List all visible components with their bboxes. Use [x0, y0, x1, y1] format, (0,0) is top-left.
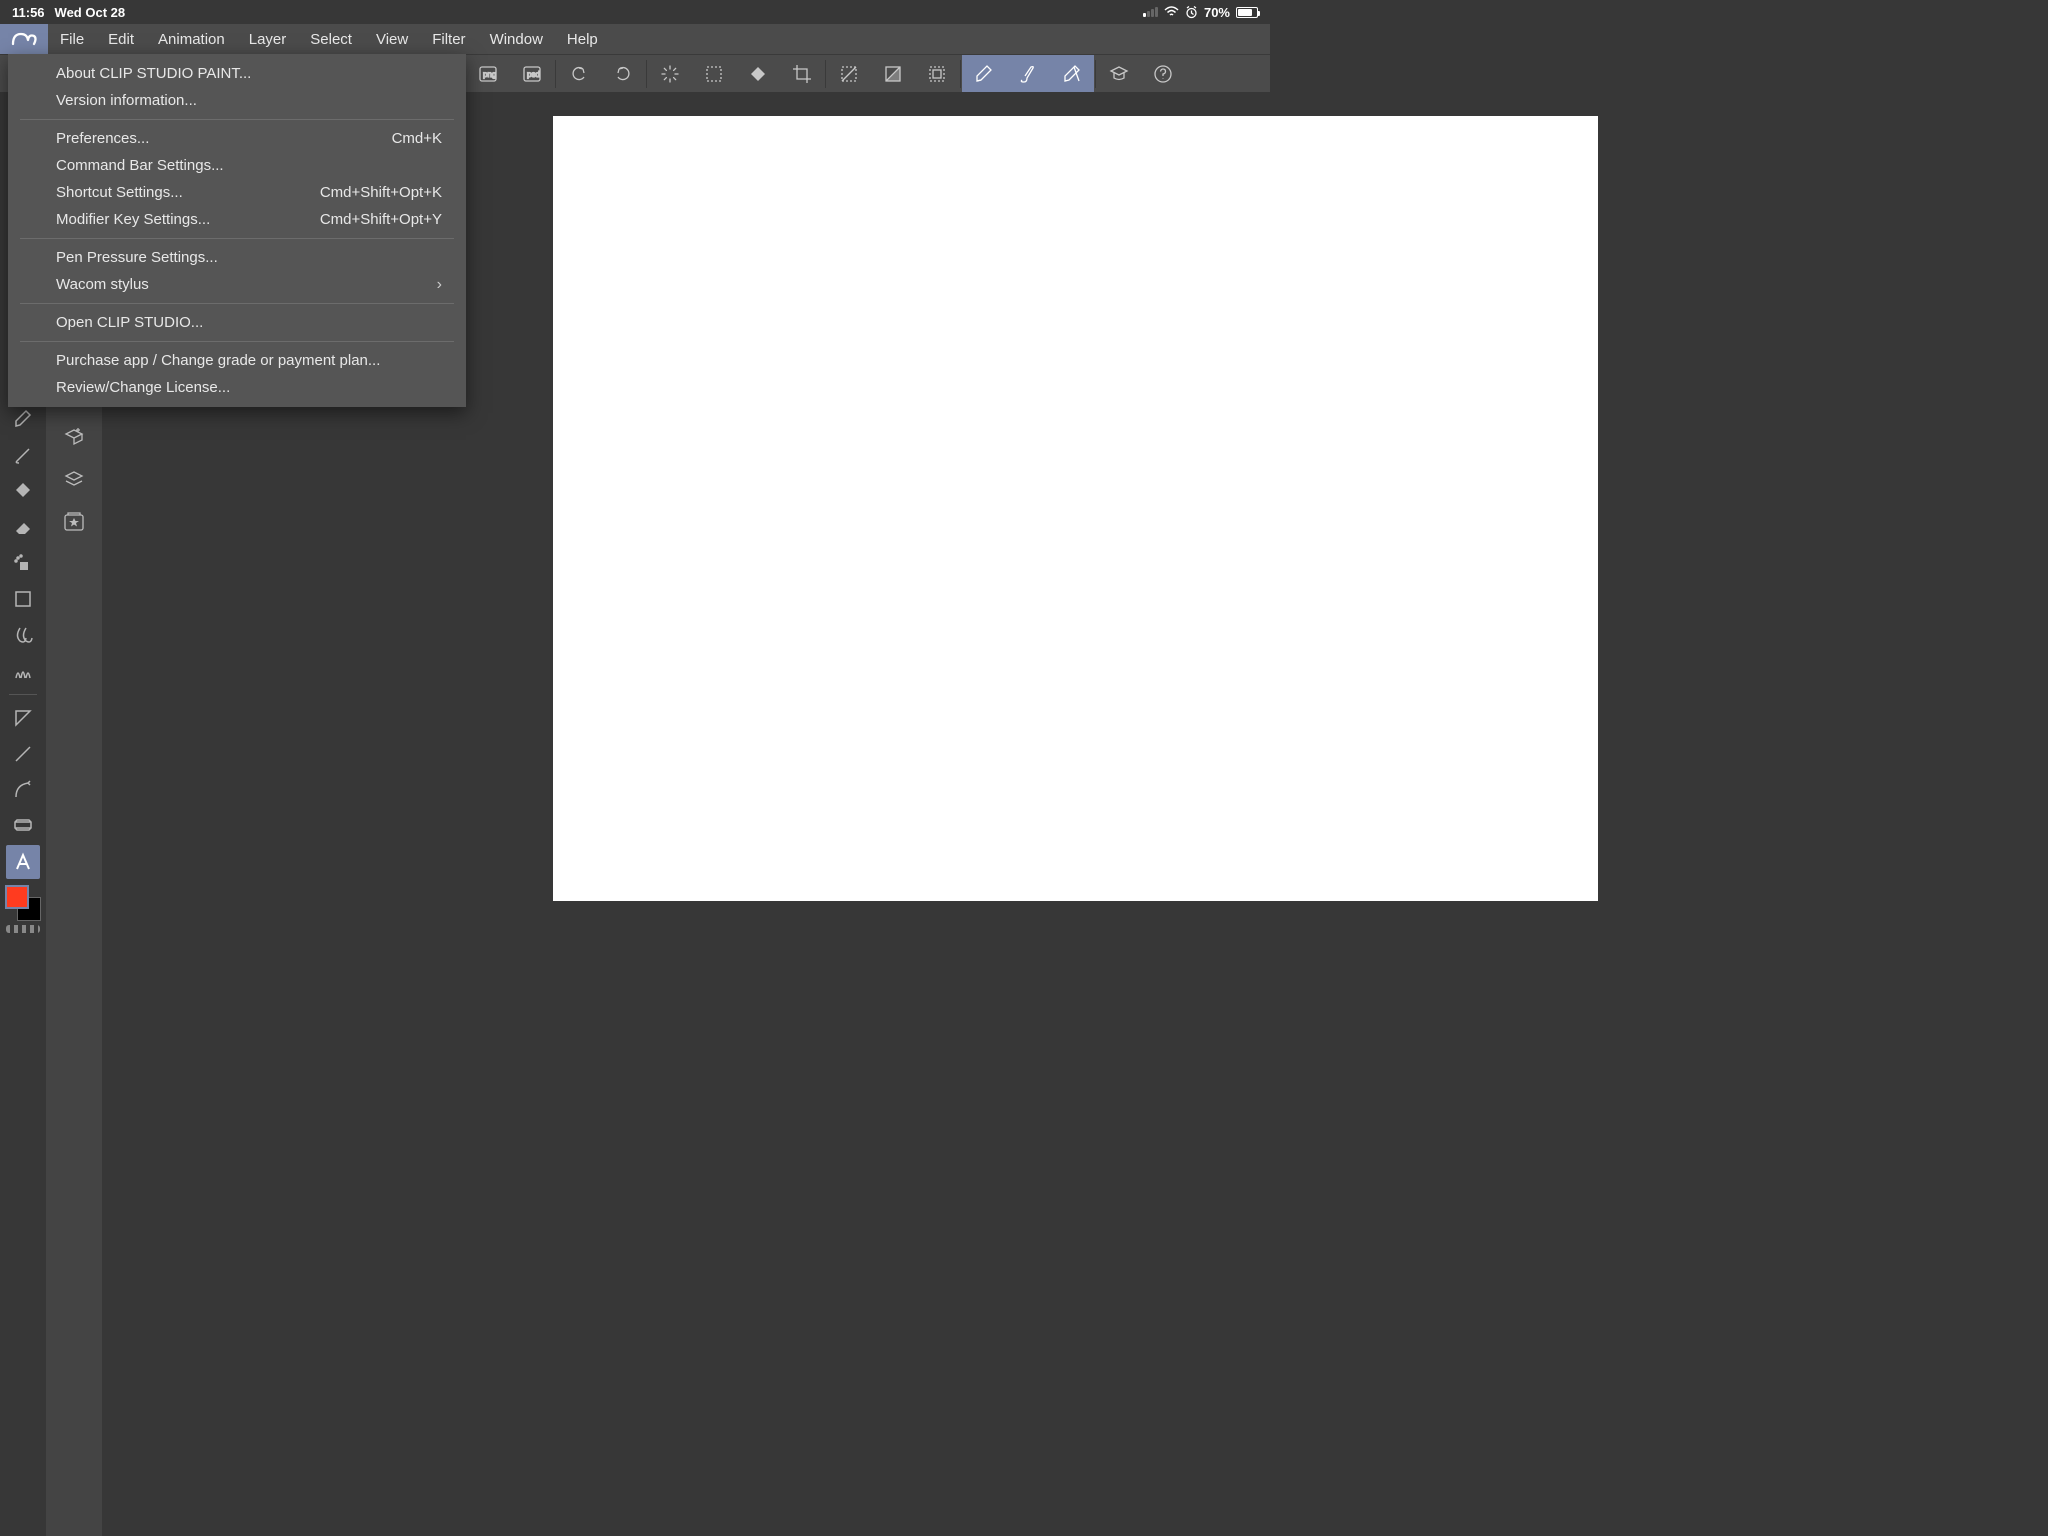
figure-tool[interactable] [6, 701, 40, 735]
shortcut-label: Cmd+Shift+Opt+K [320, 184, 442, 201]
export-png-button[interactable]: png [466, 55, 510, 93]
fill-tool[interactable] [6, 474, 40, 508]
decoration-tool[interactable] [6, 654, 40, 688]
menu-item-review-license[interactable]: Review/Change License... [8, 374, 466, 401]
eraser-tool[interactable] [6, 510, 40, 544]
menu-item-purchase[interactable]: Purchase app / Change grade or payment p… [8, 347, 466, 374]
menu-item-shortcut-settings[interactable]: Shortcut Settings...Cmd+Shift+Opt+K [8, 179, 466, 206]
menu-item-open-clip-studio[interactable]: Open CLIP STUDIO... [8, 309, 466, 336]
erase-mode-button[interactable] [1050, 55, 1094, 93]
menu-help[interactable]: Help [555, 24, 610, 54]
frame-tool[interactable] [6, 809, 40, 843]
menu-item-modifier-key[interactable]: Modifier Key Settings...Cmd+Shift+Opt+Y [8, 206, 466, 233]
layers-panel-button[interactable] [62, 468, 86, 492]
clear-selection-button[interactable] [692, 55, 736, 93]
menu-item-preferences[interactable]: Preferences...Cmd+K [8, 125, 466, 152]
loading-icon[interactable] [648, 55, 692, 93]
canvas[interactable] [553, 116, 1598, 901]
curve-tool[interactable] [6, 773, 40, 807]
gradient-tool[interactable] [6, 582, 40, 616]
menu-item-pen-pressure[interactable]: Pen Pressure Settings... [8, 244, 466, 271]
shortcut-label: Cmd+K [392, 130, 442, 147]
menu-edit[interactable]: Edit [96, 24, 146, 54]
menu-file[interactable]: File [48, 24, 96, 54]
app-menu-dropdown: About CLIP STUDIO PAINT... Version infor… [8, 54, 466, 407]
chevron-right-icon: › [437, 276, 442, 294]
menu-animation[interactable]: Animation [146, 24, 237, 54]
export-psd-button[interactable]: psd [510, 55, 554, 93]
menu-filter[interactable]: Filter [420, 24, 477, 54]
education-button[interactable] [1097, 55, 1141, 93]
menu-view[interactable]: View [364, 24, 420, 54]
fg-color-swatch[interactable] [5, 885, 29, 909]
line-tool[interactable] [6, 737, 40, 771]
favorites-panel-button[interactable] [62, 510, 86, 534]
status-time: 11:56 [12, 5, 45, 20]
cell-signal-icon [1143, 7, 1158, 17]
crop-button[interactable] [780, 55, 824, 93]
blend-tool[interactable] [6, 618, 40, 652]
menu-item-version[interactable]: Version information... [8, 87, 466, 114]
redo-button[interactable] [601, 55, 645, 93]
menu-layer[interactable]: Layer [237, 24, 299, 54]
battery-icon [1236, 7, 1258, 18]
menu-item-about[interactable]: About CLIP STUDIO PAINT... [8, 60, 466, 87]
menu-item-command-bar[interactable]: Command Bar Settings... [8, 152, 466, 179]
menu-window[interactable]: Window [478, 24, 555, 54]
svg-text:psd: psd [527, 70, 540, 79]
pen-draw-mode-button[interactable] [962, 55, 1006, 93]
brush-draw-mode-button[interactable] [1006, 55, 1050, 93]
status-date: Wed Oct 28 [55, 5, 126, 20]
shortcut-label: Cmd+Shift+Opt+Y [320, 211, 442, 228]
pen-tool[interactable] [6, 402, 40, 436]
alarm-icon [1185, 6, 1198, 19]
app-menu-button[interactable] [0, 24, 48, 54]
materials-panel-button[interactable] [62, 426, 86, 450]
ios-status-bar: 11:56 Wed Oct 28 70% [0, 0, 1270, 24]
undo-button[interactable] [557, 55, 601, 93]
menu-bar: File Edit Animation Layer Select View Fi… [0, 24, 1270, 54]
transparency-toggle[interactable] [6, 925, 40, 933]
text-tool[interactable] [6, 845, 40, 879]
menu-item-wacom-stylus[interactable]: Wacom stylus› [8, 271, 466, 298]
wifi-icon [1164, 6, 1179, 18]
clip-studio-logo-icon [11, 30, 37, 48]
battery-percent: 70% [1204, 5, 1230, 20]
svg-text:png: png [483, 70, 496, 79]
menu-select[interactable]: Select [298, 24, 364, 54]
snap-diagonal-button[interactable] [827, 55, 871, 93]
snap-gradient-button[interactable] [871, 55, 915, 93]
fill-button[interactable] [736, 55, 780, 93]
brush-tool[interactable] [6, 438, 40, 472]
help-button[interactable] [1141, 55, 1185, 93]
airbrush-tool[interactable] [6, 546, 40, 580]
snap-selection-button[interactable] [915, 55, 959, 93]
color-swatch[interactable] [5, 885, 41, 921]
